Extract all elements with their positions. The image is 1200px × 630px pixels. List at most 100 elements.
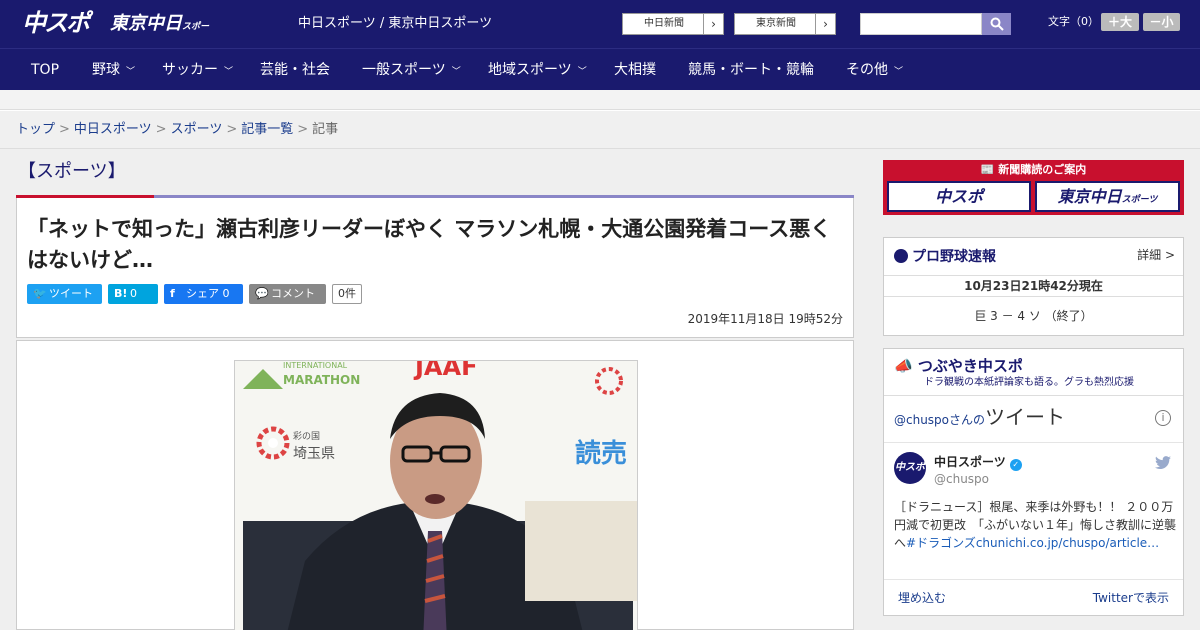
subscribe-tokyo-logo[interactable]: 東京中日スポーツ (1035, 181, 1180, 212)
twitter-bird-icon: 🐦 (33, 287, 47, 300)
comment-label: コメント (271, 287, 315, 300)
hatena-icon: B! (114, 287, 128, 300)
facebook-icon: f (170, 287, 175, 300)
font-increase-button[interactable]: ＋大 (1101, 13, 1139, 31)
tweet-widget-title: 📣 つぶやき中スポ (894, 357, 1023, 375)
embed-link[interactable]: 埋め込む (898, 590, 946, 606)
nav-item-local-sports[interactable]: 地域スポーツ ﹀ (488, 49, 587, 91)
chevron-down-icon: ﹀ (451, 67, 461, 77)
breadcrumb-separator: > (155, 122, 167, 137)
nav-label: TOP (31, 62, 60, 78)
nav-item-soccer[interactable]: サッカー ﹀ (162, 49, 233, 91)
search-input[interactable] (860, 13, 982, 35)
photo-text-marathon: MARATHON (283, 373, 361, 387)
chevron-right-icon: › (703, 14, 723, 34)
verified-badge-icon: ✓ (1009, 459, 1022, 471)
tokyo-shimbun-link[interactable]: 東京新聞 › (734, 13, 836, 35)
subscribe-tokyo-small: スポーツ (1121, 195, 1158, 205)
facebook-share-button[interactable]: f シェア 0 (164, 284, 243, 304)
font-decrease-button[interactable]: －小 (1143, 13, 1180, 31)
chunichi-shimbun-link[interactable]: 中日新聞 › (622, 13, 724, 35)
breadcrumb-link-sports[interactable]: スポーツ (171, 122, 223, 137)
speech-bubble-icon: 💬 (255, 287, 269, 300)
nav-label: 地域スポーツ (488, 62, 572, 78)
timeline-title-text: ツイート (985, 405, 1066, 429)
baseball-icon (894, 249, 908, 263)
score-line[interactable]: 巨 3 － 4 ソ （終了） (884, 308, 1183, 324)
tokyo-logo-text: 東京中日 (110, 13, 182, 34)
twitter-timeline: @chuspoさんのツイート i 中スポ 中日スポーツ ✓ @chuspo ［ドラ… (884, 395, 1183, 615)
tweet-widget-subtitle: ドラ観戦の本紙評論家も語る。グラも熱烈応援 (924, 377, 1134, 388)
author-name-text: 中日スポーツ (934, 455, 1006, 469)
nav-item-racing[interactable]: 競馬・ボート・競輪 (688, 49, 814, 91)
score-detail-link[interactable]: 詳細 > (1137, 246, 1175, 264)
photo-illustration (235, 361, 637, 630)
tweet-author-handle[interactable]: @chuspo (934, 472, 989, 486)
score-title-text: プロ野球速報 (912, 249, 996, 265)
article-photo[interactable]: INTERNATIONAL MARATHON JAAF 彩の国 埼玉県 読売 (234, 360, 638, 630)
comment-button[interactable]: 💬 コメント (249, 284, 326, 304)
nav-item-baseball[interactable]: 野球 ﹀ (92, 49, 135, 91)
subscription-banner[interactable]: 📰 新聞購読のご案内 中スポ 東京中日スポーツ (883, 160, 1184, 215)
breadcrumb-link-chuspo[interactable]: 中日スポーツ (74, 122, 152, 137)
chuspo-logo[interactable]: 中スポ (22, 8, 102, 38)
article-body: INTERNATIONAL MARATHON JAAF 彩の国 埼玉県 読売 (16, 340, 854, 630)
ad-gap (0, 90, 1200, 110)
tweet-button[interactable]: 🐦 ツイート (27, 284, 102, 304)
tweet-link[interactable]: #ドラゴンズchunichi.co.jp/chuspo/article… (906, 536, 1159, 550)
breadcrumb-link-article-list[interactable]: 記事一覧 (241, 122, 293, 137)
nav-label: その他 (846, 62, 888, 78)
nav-item-general-sports[interactable]: 一般スポーツ ﹀ (362, 49, 461, 91)
breadcrumb-separator: > (226, 122, 238, 137)
nav-label: 競馬・ボート・競輪 (688, 62, 814, 78)
photo-text-yomiuri: 読売 (575, 439, 628, 469)
article-title: 「ネットで知った」瀬古利彦リーダーぼやく マラソン札幌・大通公園発着コース悪くは… (27, 217, 832, 272)
tokyo-chunichi-logo[interactable]: 東京中日スポーツ (110, 10, 210, 63)
breadcrumb-separator: > (297, 122, 309, 137)
nav-label: 大相撲 (614, 62, 656, 78)
nav-label: 芸能・社会 (260, 62, 330, 78)
nav-item-other[interactable]: その他 ﹀ (846, 49, 903, 91)
chevron-down-icon: ﹀ (577, 67, 587, 77)
chevron-down-icon: ﹀ (894, 67, 904, 77)
score-timestamp: 10月23日21時42分現在 (884, 275, 1183, 297)
chevron-down-icon: ﹀ (126, 67, 136, 77)
nav-item-top[interactable]: TOP (31, 49, 59, 91)
photo-text-jaaf: JAAF (415, 360, 478, 381)
newspaper-icon: 📰 (980, 163, 999, 176)
avatar[interactable]: 中スポ (894, 452, 926, 484)
breadcrumb-link-top[interactable]: トップ (16, 122, 55, 137)
section-heading: 【スポーツ】 (18, 161, 126, 182)
chunichi-link-label: 中日新聞 (644, 18, 684, 29)
subscription-text: 新聞購読のご案内 (998, 163, 1087, 176)
nav-item-sumo[interactable]: 大相撲 (614, 49, 656, 91)
baseball-score-widget: プロ野球速報 詳細 > 10月23日21時42分現在 巨 3 － 4 ソ （終了… (883, 237, 1184, 336)
breadcrumb-bar: トップ > 中日スポーツ > スポーツ > 記事一覧 > 記事 (0, 111, 1200, 149)
chevron-right-icon: › (815, 14, 835, 34)
info-icon[interactable]: i (1155, 410, 1171, 426)
timeline-title: @chuspoさんのツイート (894, 406, 1065, 431)
site-title: 中日スポーツ / 東京中日スポーツ (298, 16, 493, 31)
photo-text-international: INTERNATIONAL (283, 361, 348, 370)
chevron-down-icon: ﹀ (224, 67, 234, 77)
nav-item-entertainment[interactable]: 芸能・社会 (260, 49, 330, 91)
subscribe-chuspo-logo[interactable]: 中スポ (887, 181, 1031, 212)
breadcrumb: トップ > 中日スポーツ > スポーツ > 記事一覧 > 記事 (16, 122, 338, 138)
comment-count: 0件 (332, 284, 362, 304)
subscription-label: 📰 新聞購読のご案内 (883, 162, 1184, 177)
nav-label: サッカー (162, 62, 218, 78)
hatena-bookmark-button[interactable]: B! 0 (108, 284, 158, 304)
score-widget-title: プロ野球速報 (894, 248, 996, 266)
photo-text-saitama-small: 彩の国 (293, 432, 321, 442)
search-button[interactable] (982, 13, 1011, 35)
timeline-prefix[interactable]: @chuspoさんの (894, 413, 985, 427)
hatena-count: 0 (130, 287, 137, 300)
header-bar: 中スポ 東京中日スポーツ 中日スポーツ / 東京中日スポーツ 中日新聞 › 東京… (0, 0, 1200, 63)
tweet-widget-title-text: つぶやき中スポ (917, 357, 1023, 375)
main-nav: TOP 野球 ﹀ サッカー ﹀ 芸能・社会 一般スポーツ ﹀ 地域スポーツ ﹀ 大相撲 … (0, 48, 1200, 90)
view-on-twitter-link[interactable]: Twitterで表示 (1093, 590, 1169, 606)
timeline-footer: 埋め込む Twitterで表示 (884, 579, 1183, 615)
twitter-bird-icon[interactable] (1155, 456, 1171, 470)
tweet-label: ツイート (49, 287, 93, 300)
tweet-author-name[interactable]: 中日スポーツ ✓ (934, 454, 1022, 471)
